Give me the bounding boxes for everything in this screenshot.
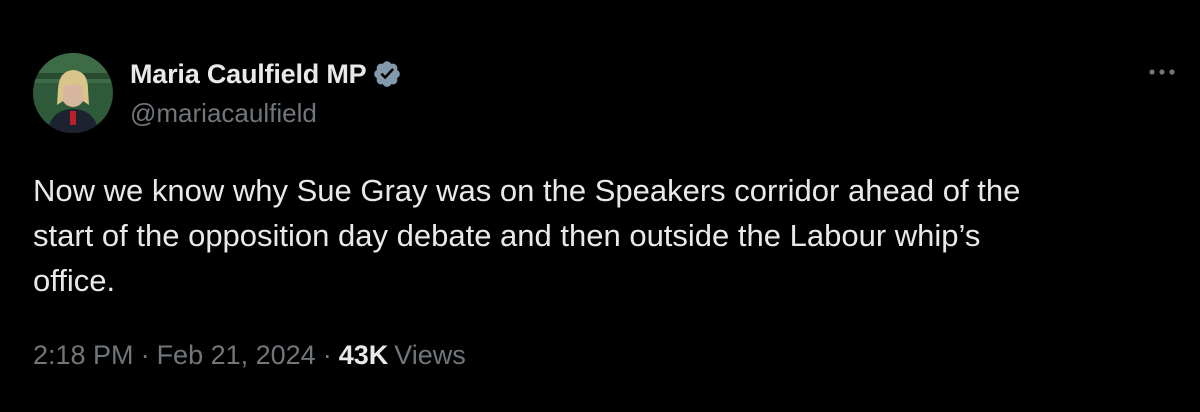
author-handle[interactable]: @mariacaulfield	[130, 98, 317, 129]
tweet-meta: 2:18 PM · Feb 21, 2024 · 43K Views	[33, 340, 466, 371]
views-label: Views	[394, 340, 466, 370]
meta-separator: ·	[322, 340, 332, 370]
more-horizontal-icon[interactable]	[1145, 62, 1179, 82]
author-display-name[interactable]: Maria Caulfield MP	[130, 59, 367, 90]
meta-separator: ·	[140, 340, 150, 370]
tweet-card: Maria Caulfield MP @mariacaulfield Now w…	[0, 0, 1200, 412]
tweet-time[interactable]: 2:18 PM	[33, 340, 134, 371]
verified-badge-icon[interactable]	[372, 59, 402, 89]
tweet-date[interactable]: Feb 21, 2024	[157, 340, 316, 371]
avatar[interactable]	[33, 53, 113, 133]
avatar-image	[33, 53, 113, 133]
views-count[interactable]: 43K	[339, 340, 389, 371]
tweet-text: Now we know why Sue Gray was on the Spea…	[33, 173, 1021, 298]
author-name-row: Maria Caulfield MP	[130, 56, 402, 92]
